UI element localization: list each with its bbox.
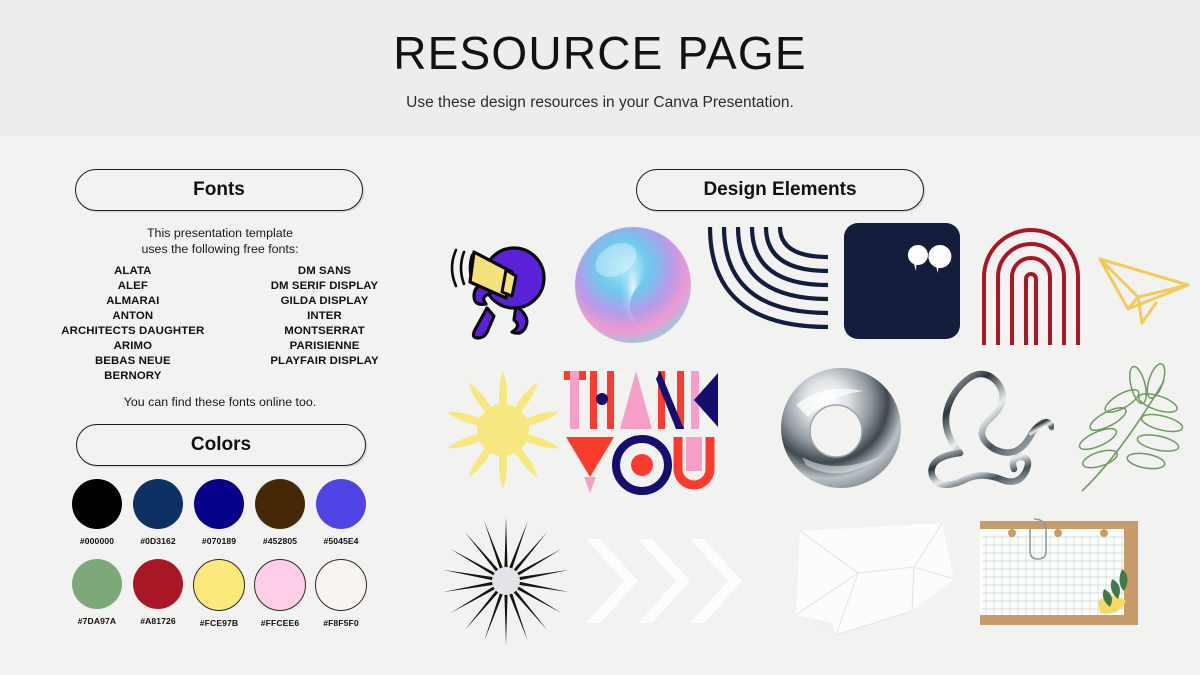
elements-section-header: Design Elements xyxy=(636,169,924,211)
color-swatch-dot xyxy=(193,559,245,611)
color-swatch[interactable]: #A81726 xyxy=(133,559,183,628)
color-swatch-label: #5045E4 xyxy=(323,536,359,546)
color-swatch[interactable]: #F8F5F0 xyxy=(315,559,367,628)
color-swatch-row: #000000 #0D3162 #070189 #452805 #5045E4 xyxy=(72,479,372,546)
color-swatch-dot xyxy=(72,559,122,609)
iridescent-gradient-sphere[interactable] xyxy=(572,224,694,346)
page-title: RESOURCE PAGE xyxy=(393,27,807,79)
font-name-item: MONTSERRAT xyxy=(284,325,365,337)
font-name-item: ALMARAI xyxy=(106,295,160,307)
crumpled-paper[interactable] xyxy=(792,519,960,645)
color-swatch-label: #452805 xyxy=(262,536,298,546)
color-swatch-dot xyxy=(315,559,367,611)
fonts-intro-line1: This presentation template xyxy=(146,226,293,240)
concentric-arch-outline[interactable] xyxy=(976,221,1086,349)
black-starburst[interactable] xyxy=(440,515,572,647)
font-name-item: PLAYFAIR DISPLAY xyxy=(270,355,379,367)
color-swatch[interactable]: #FCE97B xyxy=(193,559,245,628)
color-swatch-dot xyxy=(255,479,305,529)
color-swatch-row: #7DA97A #A81726 #FCE97B #FFCEE6 #F8F5F0 xyxy=(72,559,372,628)
fonts-column-right: DM SANS DM SERIF DISPLAY GILDA DISPLAY INTE… xyxy=(270,264,378,384)
color-swatch-label: #070189 xyxy=(201,536,237,546)
font-name-item: DM SANS xyxy=(297,265,352,277)
megaphone-character-illustration[interactable] xyxy=(430,220,570,350)
chrome-squiggle[interactable] xyxy=(914,361,1054,493)
fonts-outro: You can find these fonts online too. xyxy=(123,395,317,409)
fonts-column-left: ALATA ALEF ALMARAI ANTON ARCHITECTS DAUGHTER… xyxy=(61,264,204,384)
font-name-item: DM SERIF DISPLAY xyxy=(270,280,379,292)
fonts-section-header: Fonts xyxy=(75,169,363,211)
color-swatch-label: #F8F5F0 xyxy=(323,618,359,628)
color-swatch-dot xyxy=(133,559,183,609)
color-swatch-dot xyxy=(316,479,366,529)
white-chevron-arrows[interactable] xyxy=(580,533,780,629)
color-swatch-dot xyxy=(254,559,306,611)
elements-section-label: Design Elements xyxy=(703,179,857,200)
color-swatch-label: #FCE97B xyxy=(199,618,239,628)
color-swatch[interactable]: #FFCEE6 xyxy=(254,559,306,628)
font-name-item: ARCHITECTS DAUGHTER xyxy=(61,325,205,337)
curved-stripe-lines[interactable] xyxy=(702,221,832,349)
font-name-item: INTER xyxy=(307,310,342,322)
fonts-section-label: Fonts xyxy=(193,179,245,200)
font-name-item: BERNORY xyxy=(104,370,162,382)
color-swatch-label: #FFCEE6 xyxy=(260,618,300,628)
color-swatch-label: #0D3162 xyxy=(140,536,176,546)
font-name-item: GILDA DISPLAY xyxy=(280,295,369,307)
color-swatch-label: #000000 xyxy=(79,536,115,546)
color-swatch-grid: #000000 #0D3162 #070189 #452805 #5045E4 #7DA… xyxy=(72,479,372,641)
chrome-torus[interactable] xyxy=(778,365,904,491)
font-name-item: ALEF xyxy=(117,280,148,292)
color-swatch-dot xyxy=(133,479,183,529)
paper-plane-outline[interactable] xyxy=(1094,243,1194,331)
thank-you-geometric-lettering[interactable] xyxy=(560,365,720,497)
color-swatch[interactable]: #000000 xyxy=(72,479,122,546)
color-swatch-label: #A81726 xyxy=(140,616,176,626)
fern-leaf-line-art[interactable] xyxy=(1060,359,1188,497)
yellow-starburst-flower[interactable] xyxy=(440,367,566,493)
color-swatch[interactable]: #7DA97A xyxy=(72,559,122,628)
fonts-intro-line2: uses the following free fonts: xyxy=(141,241,299,256)
color-swatch-label: #7DA97A xyxy=(77,616,117,626)
color-swatch[interactable]: #452805 xyxy=(255,479,305,546)
color-swatch[interactable]: #5045E4 xyxy=(316,479,366,546)
font-name-item: BEBAS NEUE xyxy=(94,355,171,367)
colors-section-label: Colors xyxy=(190,434,252,455)
font-name-item: ALATA xyxy=(114,265,152,277)
quote-card[interactable] xyxy=(844,223,960,339)
font-name-item: ARIMO xyxy=(113,340,153,352)
color-swatch-dot xyxy=(194,479,244,529)
fonts-intro: This presentation template uses the foll… xyxy=(30,226,410,257)
grid-paper-collage[interactable] xyxy=(972,517,1148,633)
font-name-item: ANTON xyxy=(112,310,154,322)
color-swatch[interactable]: #070189 xyxy=(194,479,244,546)
design-elements-gallery xyxy=(420,215,1200,665)
color-swatch[interactable]: #0D3162 xyxy=(133,479,183,546)
font-name-item: PARISIENNE xyxy=(289,340,360,352)
fonts-list: ALATA ALEF ALMARAI ANTON ARCHITECTS DAUGHTER… xyxy=(30,264,410,384)
page-subtitle: Use these design resources in your Canva… xyxy=(406,94,794,111)
color-swatch-dot xyxy=(72,479,122,529)
colors-section-header: Colors xyxy=(76,424,366,466)
